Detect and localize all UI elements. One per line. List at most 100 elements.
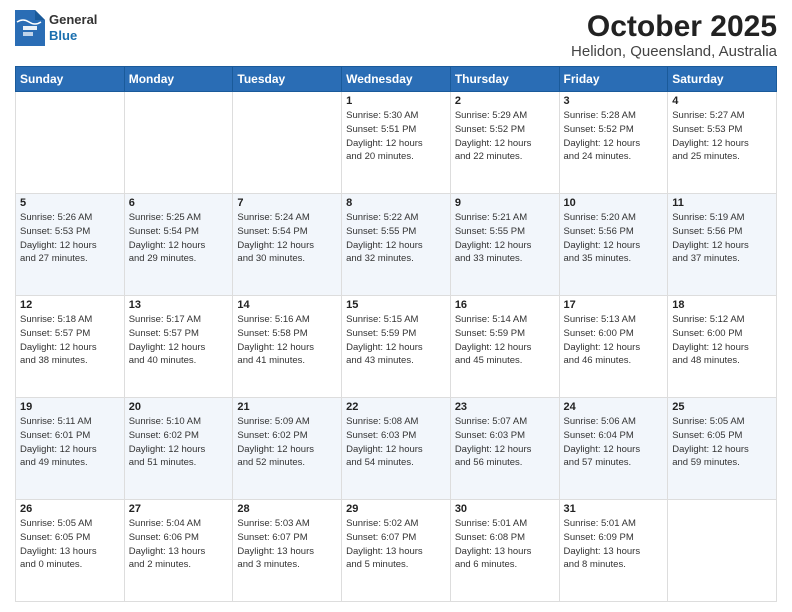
day-info: Sunrise: 5:02 AM Sunset: 6:07 PM Dayligh…	[346, 517, 446, 572]
day-number: 19	[20, 401, 120, 413]
calendar-day-cell: 12 Sunrise: 5:18 AM Sunset: 5:57 PM Dayli…	[16, 296, 125, 398]
day-info: Sunrise: 5:20 AM Sunset: 5:56 PM Dayligh…	[564, 211, 664, 266]
day-info: Sunrise: 5:07 AM Sunset: 6:03 PM Dayligh…	[455, 415, 555, 470]
page-header: General Blue October 2025 Helidon, Queen…	[15, 10, 777, 60]
calendar-day-cell: 11 Sunrise: 5:19 AM Sunset: 5:56 PM Dayli…	[668, 194, 777, 296]
day-info: Sunrise: 5:16 AM Sunset: 5:58 PM Dayligh…	[237, 313, 337, 368]
day-info: Sunrise: 5:15 AM Sunset: 5:59 PM Dayligh…	[346, 313, 446, 368]
calendar-day-header: Saturday	[668, 67, 777, 92]
day-info: Sunrise: 5:25 AM Sunset: 5:54 PM Dayligh…	[129, 211, 229, 266]
day-info: Sunrise: 5:03 AM Sunset: 6:07 PM Dayligh…	[237, 517, 337, 572]
calendar-day-cell: 7Sunrise: 5:24 AM Sunset: 5:54 PM Daylig…	[233, 194, 342, 296]
day-info: Sunrise: 5:11 AM Sunset: 6:01 PM Dayligh…	[20, 415, 120, 470]
day-number: 21	[237, 401, 337, 413]
day-number: 22	[346, 401, 446, 413]
calendar-day-cell	[233, 92, 342, 194]
logo-icon	[15, 10, 45, 46]
logo-blue: Blue	[49, 28, 97, 44]
calendar-table: SundayMondayTuesdayWednesdayThursdayFrid…	[15, 66, 777, 602]
day-info: Sunrise: 5:13 AM Sunset: 6:00 PM Dayligh…	[564, 313, 664, 368]
calendar-day-header: Sunday	[16, 67, 125, 92]
day-number: 7	[237, 197, 337, 209]
day-info: Sunrise: 5:06 AM Sunset: 6:04 PM Dayligh…	[564, 415, 664, 470]
day-number: 25	[672, 401, 772, 413]
day-number: 12	[20, 299, 120, 311]
day-info: Sunrise: 5:26 AM Sunset: 5:53 PM Dayligh…	[20, 211, 120, 266]
day-number: 9	[455, 197, 555, 209]
day-number: 11	[672, 197, 772, 209]
page-subtitle: Helidon, Queensland, Australia	[571, 43, 777, 60]
day-number: 8	[346, 197, 446, 209]
calendar-day-cell: 13 Sunrise: 5:17 AM Sunset: 5:57 PM Dayli…	[124, 296, 233, 398]
day-number: 4	[672, 95, 772, 107]
day-info: Sunrise: 5:19 AM Sunset: 5:56 PM Dayligh…	[672, 211, 772, 266]
day-info: Sunrise: 5:29 AM Sunset: 5:52 PM Dayligh…	[455, 109, 555, 164]
calendar-day-header: Wednesday	[342, 67, 451, 92]
day-number: 30	[455, 503, 555, 515]
day-number: 18	[672, 299, 772, 311]
calendar-day-cell: 9 Sunrise: 5:21 AM Sunset: 5:55 PM Daylig…	[450, 194, 559, 296]
calendar-day-cell: 16 Sunrise: 5:14 AM Sunset: 5:59 PM Dayli…	[450, 296, 559, 398]
title-block: October 2025 Helidon, Queensland, Austra…	[571, 10, 777, 60]
day-info: Sunrise: 5:12 AM Sunset: 6:00 PM Dayligh…	[672, 313, 772, 368]
calendar-day-cell: 3 Sunrise: 5:28 AM Sunset: 5:52 PM Daylig…	[559, 92, 668, 194]
day-number: 14	[237, 299, 337, 311]
day-number: 13	[129, 299, 229, 311]
calendar-day-cell: 26 Sunrise: 5:05 AM Sunset: 6:05 PM Dayli…	[16, 500, 125, 602]
calendar-day-cell	[16, 92, 125, 194]
day-number: 5	[20, 197, 120, 209]
calendar-day-cell: 24 Sunrise: 5:06 AM Sunset: 6:04 PM Dayli…	[559, 398, 668, 500]
calendar-day-cell: 29 Sunrise: 5:02 AM Sunset: 6:07 PM Dayli…	[342, 500, 451, 602]
calendar-day-cell: 1Sunrise: 5:30 AM Sunset: 5:51 PM Daylig…	[342, 92, 451, 194]
day-number: 17	[564, 299, 664, 311]
day-number: 31	[564, 503, 664, 515]
day-info: Sunrise: 5:14 AM Sunset: 5:59 PM Dayligh…	[455, 313, 555, 368]
calendar-week-row: 19 Sunrise: 5:11 AM Sunset: 6:01 PM Dayli…	[16, 398, 777, 500]
day-info: Sunrise: 5:18 AM Sunset: 5:57 PM Dayligh…	[20, 313, 120, 368]
calendar-day-cell: 23Sunrise: 5:07 AM Sunset: 6:03 PM Dayli…	[450, 398, 559, 500]
calendar-day-cell: 28Sunrise: 5:03 AM Sunset: 6:07 PM Dayli…	[233, 500, 342, 602]
calendar-day-cell: 17 Sunrise: 5:13 AM Sunset: 6:00 PM Dayli…	[559, 296, 668, 398]
day-number: 20	[129, 401, 229, 413]
calendar-day-cell: 2Sunrise: 5:29 AM Sunset: 5:52 PM Daylig…	[450, 92, 559, 194]
calendar-day-cell: 30 Sunrise: 5:01 AM Sunset: 6:08 PM Dayli…	[450, 500, 559, 602]
calendar-day-header: Thursday	[450, 67, 559, 92]
calendar-day-cell: 21Sunrise: 5:09 AM Sunset: 6:02 PM Dayli…	[233, 398, 342, 500]
day-number: 29	[346, 503, 446, 515]
day-number: 16	[455, 299, 555, 311]
calendar-week-row: 12 Sunrise: 5:18 AM Sunset: 5:57 PM Dayli…	[16, 296, 777, 398]
calendar-day-cell: 15 Sunrise: 5:15 AM Sunset: 5:59 PM Dayli…	[342, 296, 451, 398]
day-info: Sunrise: 5:01 AM Sunset: 6:08 PM Dayligh…	[455, 517, 555, 572]
day-number: 15	[346, 299, 446, 311]
calendar-day-cell: 19 Sunrise: 5:11 AM Sunset: 6:01 PM Dayli…	[16, 398, 125, 500]
day-info: Sunrise: 5:05 AM Sunset: 6:05 PM Dayligh…	[20, 517, 120, 572]
calendar-day-cell: 25 Sunrise: 5:05 AM Sunset: 6:05 PM Dayli…	[668, 398, 777, 500]
day-info: Sunrise: 5:05 AM Sunset: 6:05 PM Dayligh…	[672, 415, 772, 470]
calendar-week-row: 26 Sunrise: 5:05 AM Sunset: 6:05 PM Dayli…	[16, 500, 777, 602]
calendar-day-cell: 4 Sunrise: 5:27 AM Sunset: 5:53 PM Daylig…	[668, 92, 777, 194]
calendar-day-cell: 10Sunrise: 5:20 AM Sunset: 5:56 PM Dayli…	[559, 194, 668, 296]
calendar-day-cell	[668, 500, 777, 602]
day-info: Sunrise: 5:10 AM Sunset: 6:02 PM Dayligh…	[129, 415, 229, 470]
calendar-day-cell: 18 Sunrise: 5:12 AM Sunset: 6:00 PM Dayli…	[668, 296, 777, 398]
day-number: 26	[20, 503, 120, 515]
calendar-day-cell: 22 Sunrise: 5:08 AM Sunset: 6:03 PM Dayli…	[342, 398, 451, 500]
calendar-day-cell: 20 Sunrise: 5:10 AM Sunset: 6:02 PM Dayli…	[124, 398, 233, 500]
day-info: Sunrise: 5:08 AM Sunset: 6:03 PM Dayligh…	[346, 415, 446, 470]
day-info: Sunrise: 5:28 AM Sunset: 5:52 PM Dayligh…	[564, 109, 664, 164]
day-number: 24	[564, 401, 664, 413]
logo-general: General	[49, 12, 97, 28]
logo-text: General Blue	[49, 12, 97, 43]
day-number: 3	[564, 95, 664, 107]
day-info: Sunrise: 5:27 AM Sunset: 5:53 PM Dayligh…	[672, 109, 772, 164]
calendar-day-cell: 31Sunrise: 5:01 AM Sunset: 6:09 PM Dayli…	[559, 500, 668, 602]
day-info: Sunrise: 5:30 AM Sunset: 5:51 PM Dayligh…	[346, 109, 446, 164]
calendar-day-header: Friday	[559, 67, 668, 92]
day-info: Sunrise: 5:21 AM Sunset: 5:55 PM Dayligh…	[455, 211, 555, 266]
calendar-day-cell: 27Sunrise: 5:04 AM Sunset: 6:06 PM Dayli…	[124, 500, 233, 602]
calendar-day-cell: 6Sunrise: 5:25 AM Sunset: 5:54 PM Daylig…	[124, 194, 233, 296]
calendar-day-cell	[124, 92, 233, 194]
page-title: October 2025	[571, 10, 777, 43]
day-info: Sunrise: 5:17 AM Sunset: 5:57 PM Dayligh…	[129, 313, 229, 368]
calendar-header-row: SundayMondayTuesdayWednesdayThursdayFrid…	[16, 67, 777, 92]
